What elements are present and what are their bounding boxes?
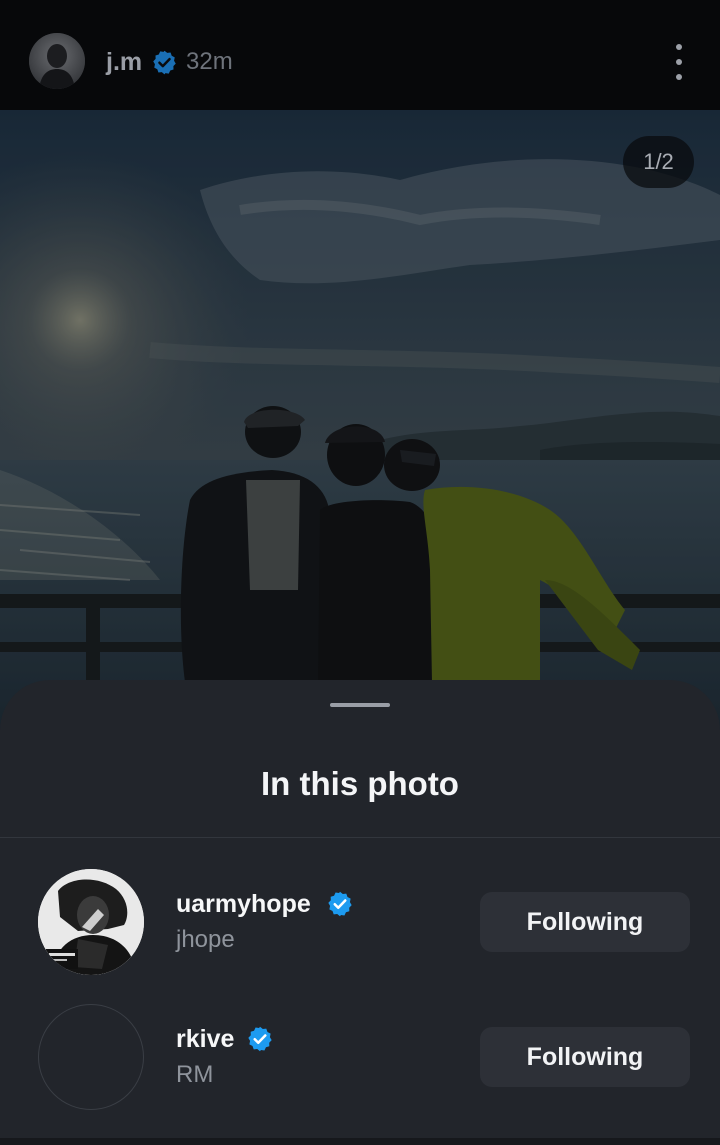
- tagged-person-avatar[interactable]: [38, 869, 144, 975]
- tagged-person-username[interactable]: rkive: [176, 1023, 234, 1055]
- following-button[interactable]: Following: [480, 892, 690, 952]
- more-dot: [676, 74, 682, 80]
- sheet-divider: [0, 837, 720, 838]
- bottom-edge-bar: [0, 1138, 720, 1145]
- more-dot: [676, 59, 682, 65]
- sheet-drag-handle[interactable]: [330, 703, 390, 707]
- author-avatar-image: [29, 33, 85, 89]
- verified-badge-icon: [328, 891, 352, 917]
- post-header: j.m 32m: [0, 0, 720, 110]
- author-avatar[interactable]: [29, 33, 85, 89]
- tagged-person-display-name: RM: [176, 1061, 214, 1088]
- more-dot: [676, 44, 682, 50]
- post-viewer: j.m 32m 1/2 In this photo uarmyhope jhop…: [0, 0, 720, 1145]
- photo-counter: 1/2: [623, 136, 694, 188]
- tagged-people-sheet: In this photo uarmyhope jhope Following …: [0, 680, 720, 1145]
- tagged-person-avatar[interactable]: [38, 1004, 144, 1110]
- photo-image: [0, 110, 720, 750]
- post-photo[interactable]: [0, 110, 720, 750]
- verified-badge-icon: [248, 1026, 272, 1052]
- following-button[interactable]: Following: [480, 1027, 690, 1087]
- tagged-person-avatar-image: [38, 869, 144, 975]
- tagged-person-display-name: jhope: [176, 926, 235, 953]
- tagged-person-row[interactable]: rkive RM Following: [0, 1004, 720, 1114]
- sheet-title: In this photo: [261, 765, 459, 802]
- verified-badge-icon: [153, 50, 176, 75]
- tagged-person-username[interactable]: uarmyhope: [176, 888, 311, 920]
- tagged-person-row[interactable]: uarmyhope jhope Following: [0, 869, 720, 979]
- author-username[interactable]: j.m: [106, 46, 142, 78]
- post-timestamp: 32m: [186, 48, 233, 75]
- more-options-icon[interactable]: [664, 44, 694, 80]
